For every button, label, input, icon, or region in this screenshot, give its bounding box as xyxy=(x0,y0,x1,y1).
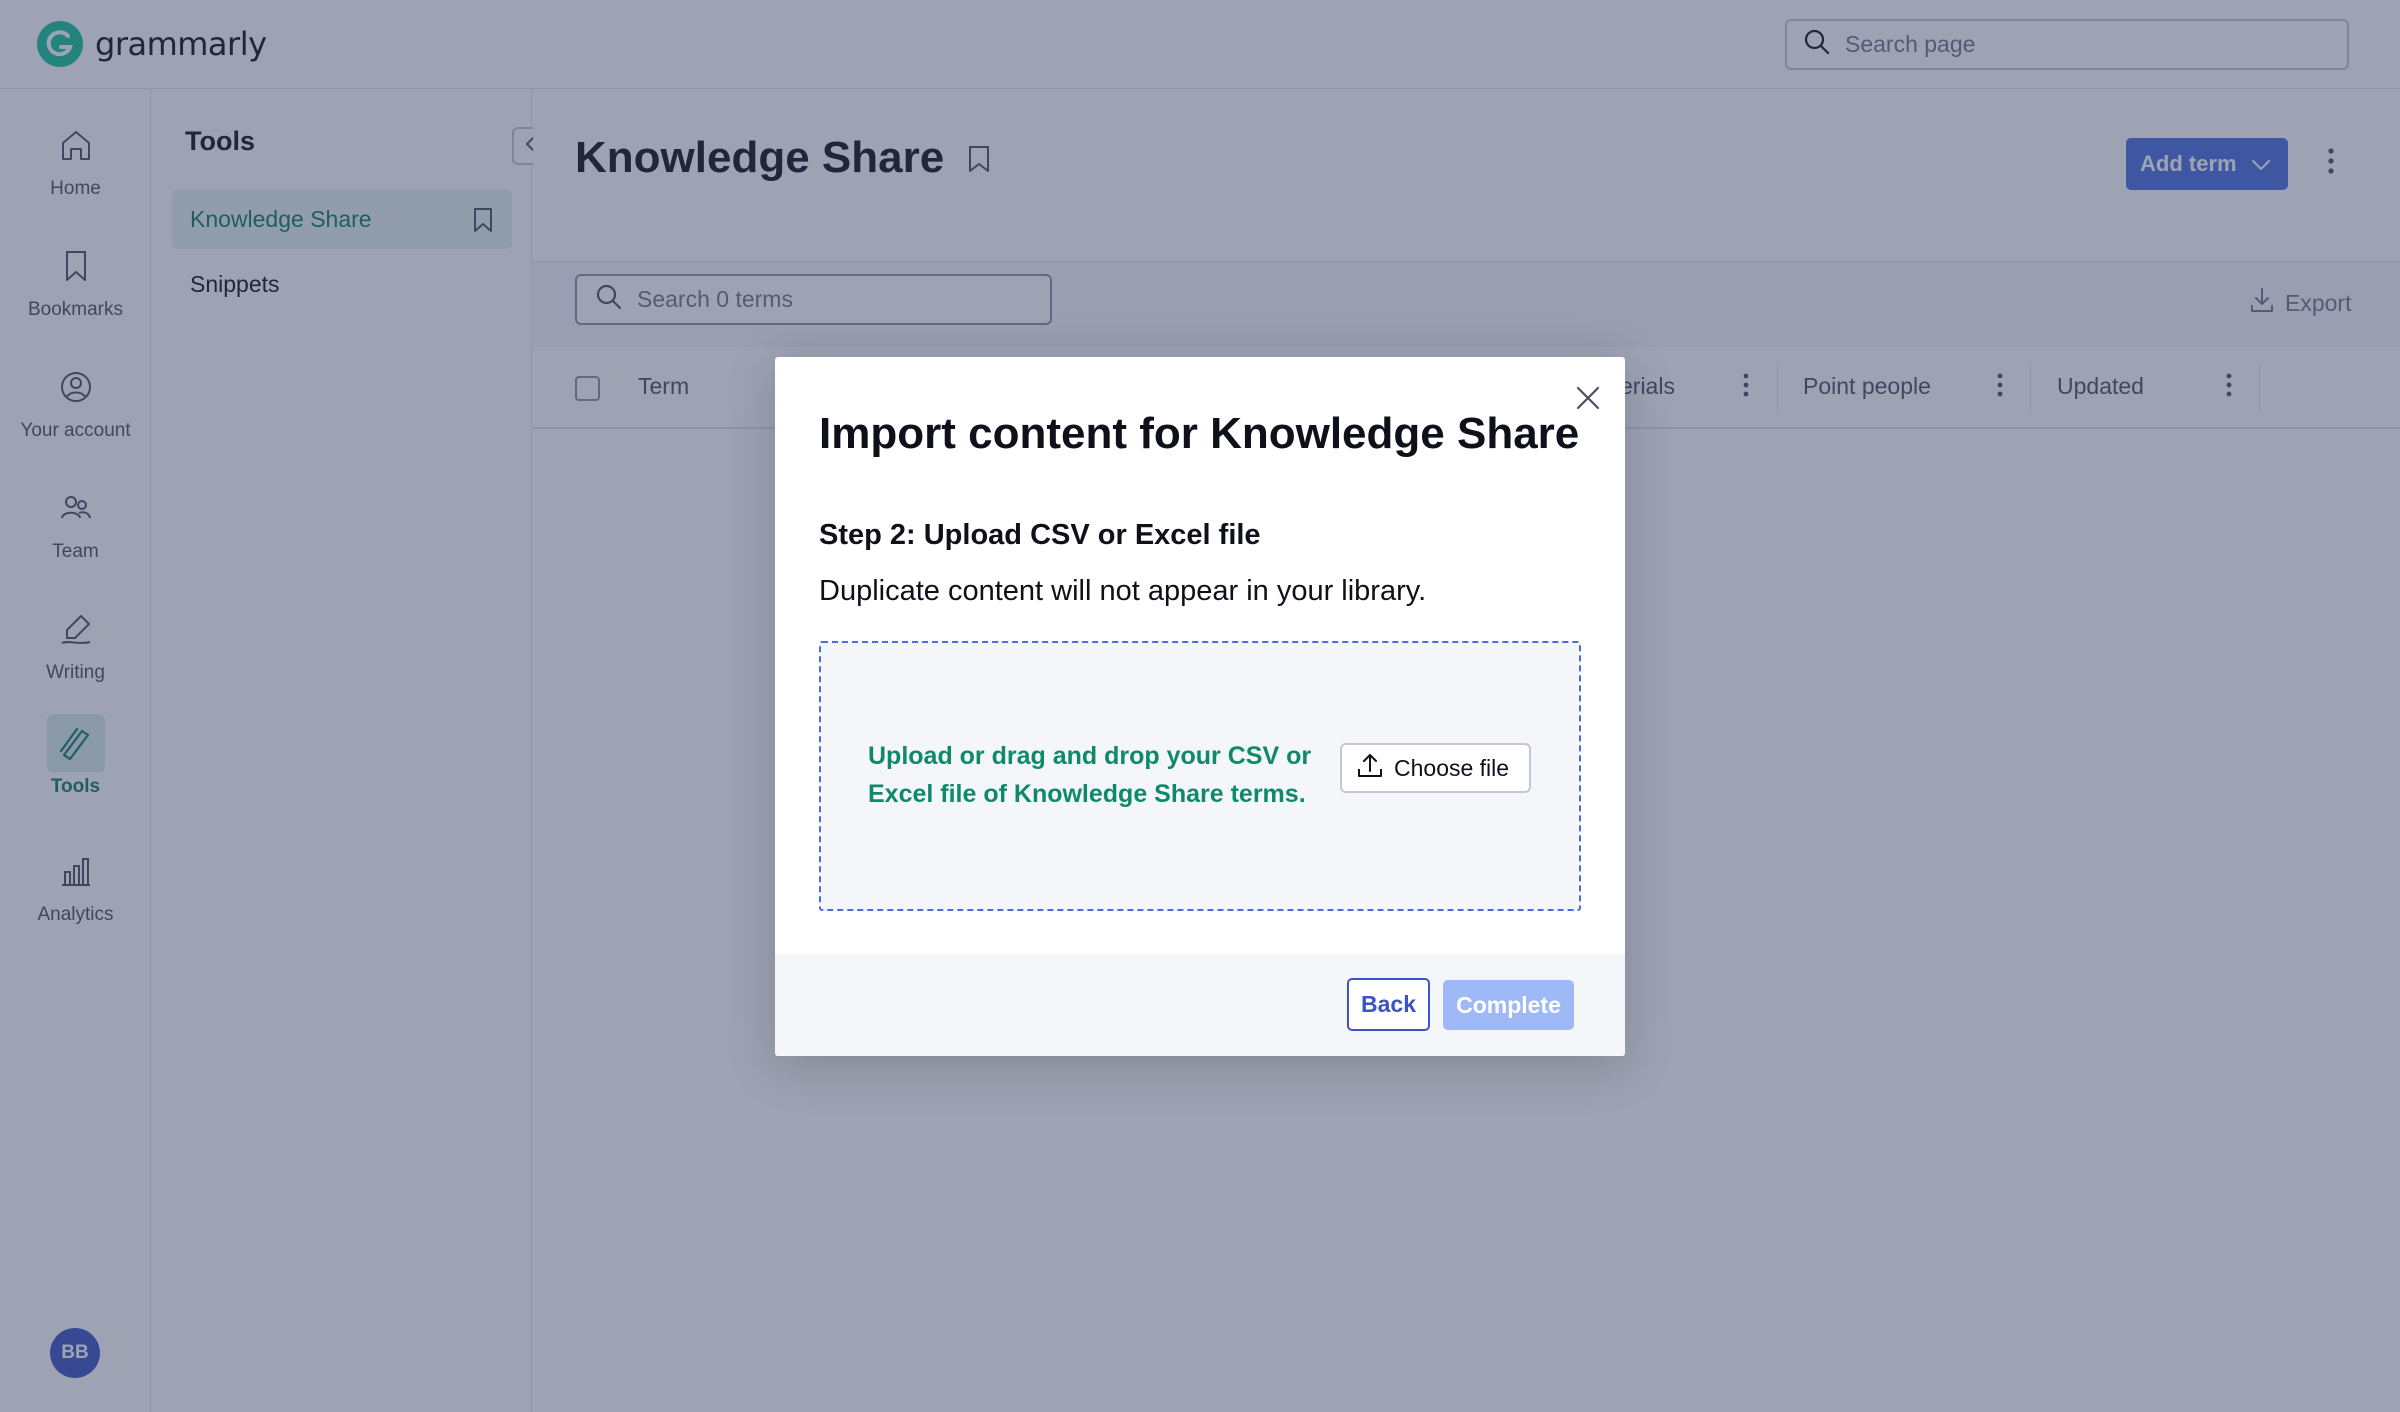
modal-footer: Back Complete xyxy=(775,954,1625,1056)
complete-button[interactable]: Complete xyxy=(1443,980,1574,1030)
dropzone-text: Upload or drag and drop your CSV or Exce… xyxy=(868,742,1312,808)
upload-icon xyxy=(1356,751,1384,785)
choose-file-button[interactable]: Choose file xyxy=(1340,743,1531,793)
choose-file-label: Choose file xyxy=(1394,754,1510,781)
step-description: Duplicate content will not appear in you… xyxy=(819,575,1427,607)
modal-title: Import content for Knowledge Share xyxy=(819,409,1580,458)
import-modal: Import content for Knowledge Share Step … xyxy=(775,357,1625,1056)
back-button[interactable]: Back xyxy=(1347,978,1430,1031)
file-dropzone[interactable]: Upload or drag and drop your CSV or Exce… xyxy=(819,641,1581,911)
step-title: Step 2: Upload CSV or Excel file xyxy=(819,519,1261,551)
